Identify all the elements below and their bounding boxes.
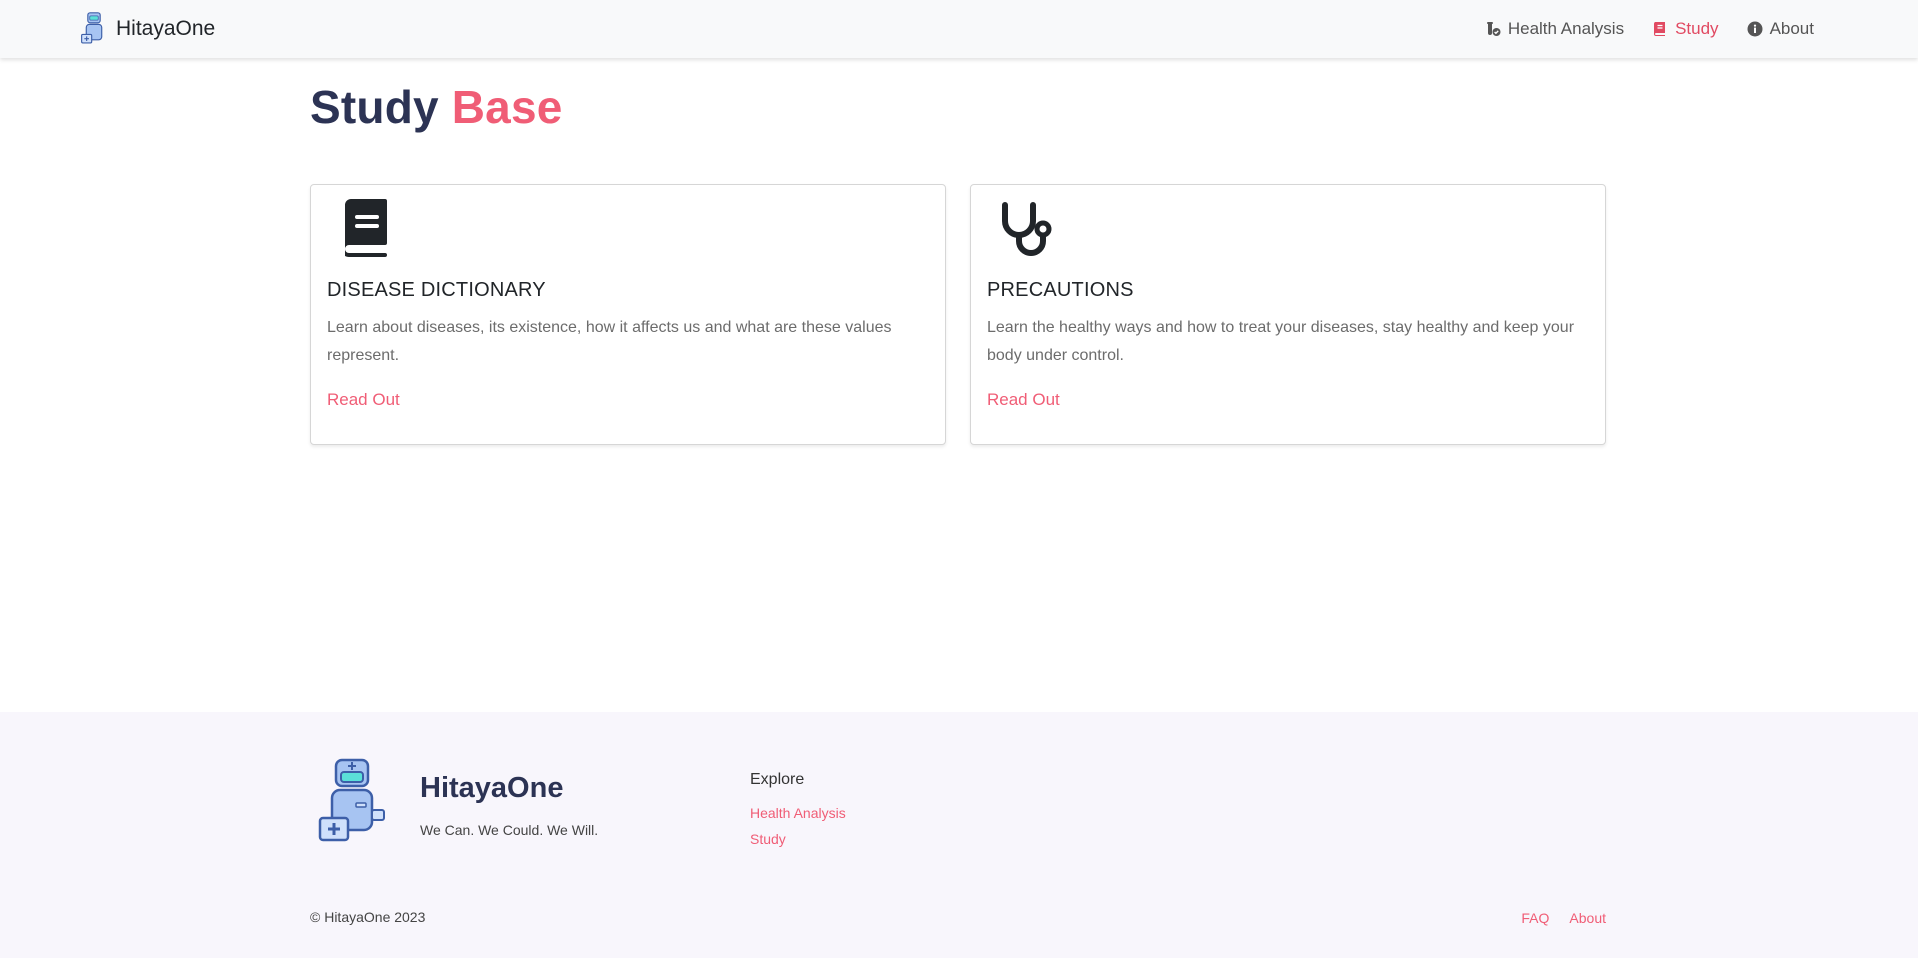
vial-check-icon bbox=[1486, 22, 1501, 36]
nav-item-health-analysis[interactable]: Health Analysis bbox=[1485, 19, 1624, 39]
footer-brand-name: HitayaOne bbox=[420, 772, 564, 804]
book-icon bbox=[345, 199, 387, 258]
navbar: HitayaOne Health Analysis Study About bbox=[0, 0, 1918, 58]
read-out-link[interactable]: Read Out bbox=[327, 390, 400, 410]
nav-item-label: Study bbox=[1675, 19, 1719, 38]
copyright-text: © HitayaOne 2023 bbox=[310, 909, 426, 925]
robot-doctor-icon bbox=[81, 12, 103, 44]
footer-tagline: We Can. We Could. We Will. bbox=[420, 822, 599, 838]
page-title-primary: Study bbox=[310, 81, 439, 133]
footer: HitayaOne We Can. We Could. We Will. Exp… bbox=[0, 712, 1918, 958]
robot-doctor-icon bbox=[318, 758, 385, 842]
explore-heading: Explore bbox=[750, 771, 805, 788]
card-text: Learn about diseases, its existence, how… bbox=[327, 319, 892, 364]
card-disease-dictionary: DISEASE DICTIONARY Learn about diseases,… bbox=[310, 184, 946, 445]
footer-link-about[interactable]: About bbox=[1569, 910, 1606, 926]
footer-link-health-analysis[interactable]: Health Analysis bbox=[750, 805, 846, 821]
card-precautions: PRECAUTIONS Learn the healthy ways and h… bbox=[970, 184, 1606, 445]
nav-item-label: About bbox=[1769, 19, 1814, 38]
brand-link[interactable]: HitayaOne bbox=[80, 12, 215, 46]
card-text: Learn the healthy ways and how to treat … bbox=[987, 319, 1575, 364]
book-icon bbox=[1654, 22, 1666, 36]
card-title: PRECAUTIONS bbox=[987, 279, 1134, 301]
main-nav: Health Analysis Study About bbox=[1485, 0, 1814, 58]
footer-link-faq[interactable]: FAQ bbox=[1521, 910, 1549, 926]
brand-name: HitayaOne bbox=[116, 17, 216, 40]
page-title: Study Base bbox=[310, 80, 563, 134]
nav-item-about[interactable]: About bbox=[1747, 19, 1814, 39]
page-title-accent: Base bbox=[451, 81, 563, 133]
footer-link-study[interactable]: Study bbox=[750, 831, 786, 847]
card-title: DISEASE DICTIONARY bbox=[327, 279, 546, 301]
footer-bottom-links: FAQ About bbox=[1521, 910, 1606, 926]
read-out-link[interactable]: Read Out bbox=[987, 390, 1060, 410]
nav-item-study[interactable]: Study bbox=[1652, 19, 1719, 39]
stethoscope-icon bbox=[1002, 202, 1052, 256]
info-circle-icon bbox=[1747, 21, 1763, 37]
nav-item-label: Health Analysis bbox=[1507, 19, 1625, 38]
